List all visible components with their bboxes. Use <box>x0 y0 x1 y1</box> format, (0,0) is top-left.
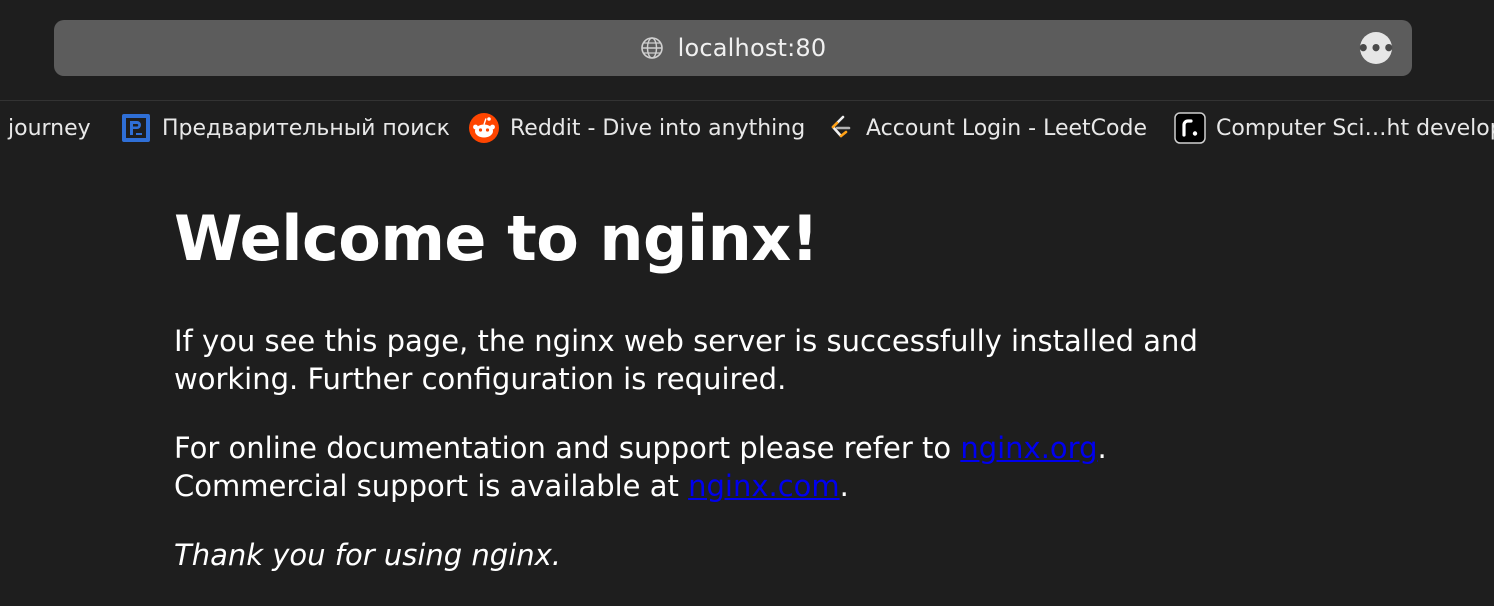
url-text: localhost:80 <box>677 34 827 62</box>
reddit-icon <box>468 112 500 144</box>
page-content: Welcome to nginx! If you see this page, … <box>174 196 1274 574</box>
bookmark-label: Account Login - LeetCode <box>866 115 1147 141</box>
bookmark-label: Computer Sci…ht develope <box>1216 115 1494 141</box>
leetcode-icon <box>824 112 856 144</box>
commercial-text: Commercial support is available at <box>174 469 689 503</box>
support-punct: . <box>1097 431 1107 465</box>
nginx-org-link[interactable]: nginx.org <box>960 431 1097 465</box>
bookmark-reddit[interactable]: Reddit - Dive into anything <box>468 112 805 144</box>
bookmark-label: journey <box>8 115 91 141</box>
page-title: Welcome to nginx! <box>174 202 819 275</box>
p-square-icon <box>120 112 152 144</box>
support-text: For online documentation and support ple… <box>174 431 961 465</box>
globe-icon <box>640 36 664 60</box>
address-bar[interactable]: localhost:80 ••• <box>54 20 1412 76</box>
bookmark-journey[interactable]: journey <box>8 112 91 144</box>
nginx-com-link[interactable]: nginx.com <box>688 469 840 503</box>
bookmarks-bar: journey Предварительный поиск Reddit - D… <box>0 104 1494 152</box>
commercial-punct: . <box>839 469 849 503</box>
bookmark-label: Reddit - Dive into anything <box>510 115 806 141</box>
more-icon: ••• <box>1356 36 1396 60</box>
r-square-icon <box>1174 112 1206 144</box>
bookmark-leetcode[interactable]: Account Login - LeetCode <box>824 112 1147 144</box>
toolbar-divider <box>0 100 1494 101</box>
thank-you-text: Thank you for using nginx. <box>174 538 562 572</box>
bookmark-label: Предварительный поиск <box>162 115 450 141</box>
support-paragraph: For online documentation and support ple… <box>174 429 1274 505</box>
bookmark-computer-science[interactable]: Computer Sci…ht develope <box>1174 112 1494 144</box>
intro-paragraph: If you see this page, the nginx web serv… <box>174 324 1198 396</box>
bookmark-preliminary-search[interactable]: Предварительный поиск <box>120 112 450 144</box>
more-options-button[interactable]: ••• <box>1356 32 1396 64</box>
